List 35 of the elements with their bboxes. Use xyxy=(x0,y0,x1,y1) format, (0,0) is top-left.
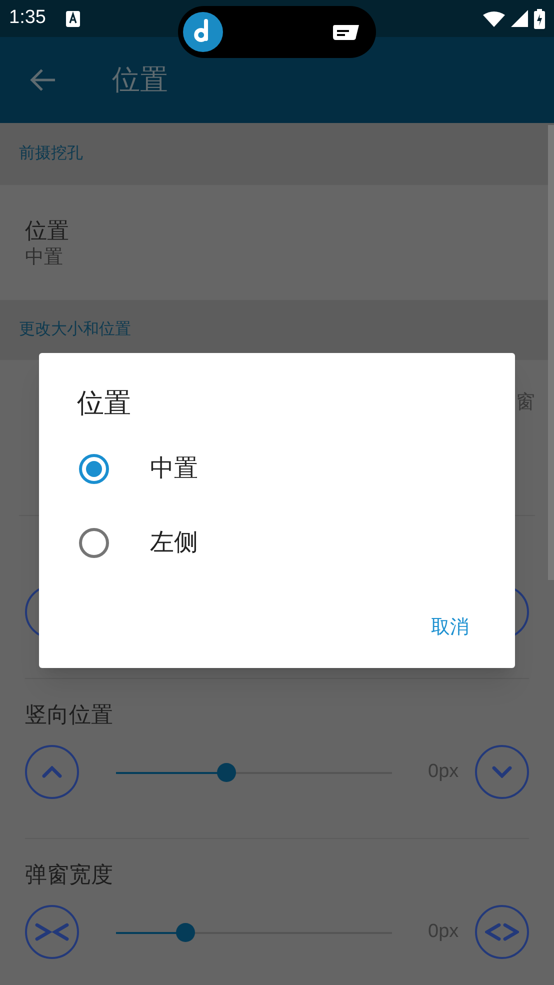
radio-button[interactable] xyxy=(78,453,110,485)
slider[interactable] xyxy=(116,922,392,942)
radio-button[interactable] xyxy=(78,527,110,559)
round-button[interactable] xyxy=(25,745,79,799)
signal-icon xyxy=(511,10,528,27)
wifi-icon xyxy=(483,10,505,26)
section-header: 前摄挖孔 xyxy=(19,144,83,164)
back-button[interactable] xyxy=(30,67,56,93)
option-label[interactable]: 左侧 xyxy=(150,525,198,561)
battery-icon xyxy=(534,8,545,28)
up-chevron-icon xyxy=(42,766,62,778)
dialog-title: 位置 xyxy=(77,387,131,420)
floating-pill[interactable] xyxy=(178,6,376,58)
message-icon xyxy=(333,24,359,40)
cancel-button[interactable]: 取消 xyxy=(431,614,469,642)
round-button[interactable] xyxy=(475,905,529,959)
inward-arrows-icon xyxy=(35,923,69,941)
notification-icon xyxy=(66,10,80,26)
back-arrow-icon xyxy=(30,68,56,92)
option-label[interactable]: 中置 xyxy=(150,451,198,487)
slider[interactable] xyxy=(116,762,392,782)
slider-thumb[interactable] xyxy=(176,922,195,942)
down-chevron-icon xyxy=(492,766,512,778)
item-title: 位置 xyxy=(25,216,70,244)
control-title: 弹窗宽度 xyxy=(25,861,113,889)
item-value: 中置 xyxy=(25,246,64,270)
round-button[interactable] xyxy=(25,905,79,959)
round-button[interactable] xyxy=(475,745,529,799)
status-time: 1:35 xyxy=(9,6,46,30)
app-logo-icon xyxy=(183,12,223,52)
section-header: 更改大小和位置 xyxy=(19,320,131,340)
outward-arrows-icon xyxy=(485,923,519,941)
slider-thumb[interactable] xyxy=(217,762,236,782)
page-title: 位置 xyxy=(112,63,168,97)
control-title: 竖向位置 xyxy=(25,701,113,729)
